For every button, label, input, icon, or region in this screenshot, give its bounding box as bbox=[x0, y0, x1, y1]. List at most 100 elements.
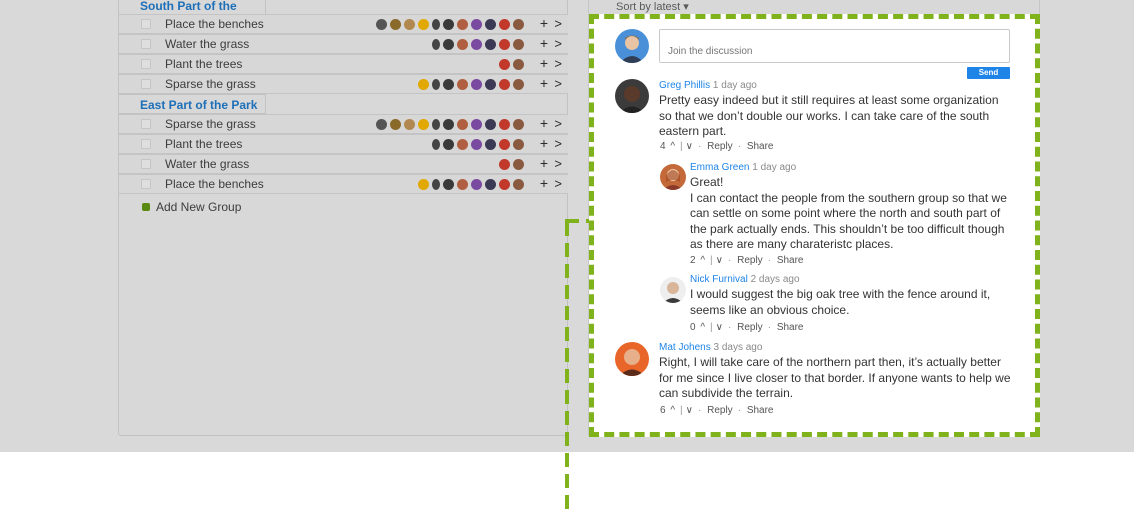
share-link[interactable]: Share bbox=[747, 405, 774, 416]
task-checkbox[interactable] bbox=[141, 39, 151, 49]
group-title-south[interactable]: South Part of the Park bbox=[119, 0, 266, 27]
upvote-icon[interactable]: ^ bbox=[670, 405, 675, 416]
upvote-icon[interactable]: ^ bbox=[700, 322, 705, 333]
current-user-avatar bbox=[615, 29, 649, 63]
comment-actions: 2 ^ | ∨ · Reply · Share bbox=[690, 255, 804, 266]
screen: South Part of the Park Place the benches… bbox=[0, 0, 1134, 512]
add-new-group-label: Add New Group bbox=[156, 200, 242, 214]
task-name: Place the benches bbox=[165, 177, 264, 191]
assignee-avatars bbox=[376, 18, 524, 30]
comment-time: 1 day ago bbox=[712, 80, 757, 91]
task-name: Sparse the grass bbox=[165, 117, 256, 131]
comment-author-name[interactable]: Mat Johens bbox=[659, 342, 711, 353]
add-icon[interactable]: + bbox=[540, 55, 548, 71]
chevron-right-icon[interactable]: > bbox=[554, 156, 562, 171]
assignee-avatars bbox=[418, 78, 524, 90]
task-row[interactable]: Water the grass + > bbox=[119, 34, 568, 54]
chevron-right-icon[interactable]: > bbox=[554, 116, 562, 131]
comment-time: 1 day ago bbox=[752, 162, 797, 173]
comment-time: 3 days ago bbox=[713, 342, 763, 353]
comment-actions: 4 ^ | ∨ · Reply · Share bbox=[660, 141, 774, 152]
assignee-avatars bbox=[418, 178, 524, 190]
task-checkbox[interactable] bbox=[141, 19, 151, 29]
comment-actions: 0 ^ | ∨ · Reply · Share bbox=[690, 322, 804, 333]
share-link[interactable]: Share bbox=[747, 141, 774, 152]
task-name: Water the grass bbox=[165, 157, 250, 171]
vote-count: 2 bbox=[690, 255, 696, 266]
assignee-avatars bbox=[499, 158, 524, 170]
task-name: Plant the trees bbox=[165, 57, 243, 71]
task-checkbox[interactable] bbox=[141, 59, 151, 69]
reply-link[interactable]: Reply bbox=[707, 405, 733, 416]
upvote-icon[interactable]: ^ bbox=[700, 255, 705, 266]
add-icon[interactable]: + bbox=[540, 75, 548, 91]
task-checkbox[interactable] bbox=[141, 119, 151, 129]
vote-count: 4 bbox=[660, 141, 666, 152]
task-name: Place the benches bbox=[165, 17, 264, 31]
assignee-avatars bbox=[376, 118, 524, 130]
comment-author-name[interactable]: Greg Phillis bbox=[659, 80, 710, 91]
downvote-icon[interactable]: ∨ bbox=[686, 405, 693, 416]
comment-author-name[interactable]: Emma Green bbox=[690, 162, 749, 173]
task-row[interactable]: Plant the trees + > bbox=[119, 54, 568, 74]
task-row[interactable]: Place the benches + > bbox=[119, 14, 568, 34]
downvote-icon[interactable]: ∨ bbox=[716, 322, 723, 333]
add-icon[interactable]: + bbox=[540, 35, 548, 51]
downvote-icon[interactable]: ∨ bbox=[686, 141, 693, 152]
discussion-panel: Send Greg Phillis 1 day ago Pretty easy … bbox=[589, 14, 1040, 437]
comment-text: Right, I will take care of the northern … bbox=[659, 355, 1011, 401]
share-link[interactable]: Share bbox=[777, 255, 804, 266]
upvote-icon[interactable]: ^ bbox=[670, 141, 675, 152]
send-button[interactable]: Send bbox=[967, 67, 1010, 79]
avatar bbox=[660, 277, 686, 303]
task-row[interactable]: Sparse the grass + > bbox=[119, 74, 568, 94]
reply-link[interactable]: Reply bbox=[737, 255, 763, 266]
add-icon[interactable]: + bbox=[540, 175, 548, 191]
add-icon[interactable]: + bbox=[540, 155, 548, 171]
task-checkbox[interactable] bbox=[141, 159, 151, 169]
comment-time: 2 days ago bbox=[750, 274, 800, 285]
task-checkbox[interactable] bbox=[141, 139, 151, 149]
avatar bbox=[660, 164, 686, 190]
comment-author[interactable]: Mat Johens 3 days ago bbox=[659, 342, 762, 353]
task-name: Plant the trees bbox=[165, 137, 243, 151]
share-link[interactable]: Share bbox=[777, 322, 804, 333]
comment-author[interactable]: Nick Furnival 2 days ago bbox=[690, 274, 800, 285]
comment-text: I would suggest the big oak tree with th… bbox=[690, 287, 991, 317]
comment-author-name[interactable]: Nick Furnival bbox=[690, 274, 748, 285]
assignee-avatars bbox=[499, 58, 524, 70]
join-discussion-input[interactable] bbox=[659, 29, 1010, 63]
reply-link[interactable]: Reply bbox=[707, 141, 733, 152]
task-row[interactable]: Water the grass + > bbox=[119, 154, 568, 174]
assignee-avatars bbox=[432, 138, 524, 150]
reply-link[interactable]: Reply bbox=[737, 322, 763, 333]
add-icon[interactable]: + bbox=[540, 115, 548, 131]
add-icon[interactable]: + bbox=[540, 135, 548, 151]
vote-count: 6 bbox=[660, 405, 666, 416]
chevron-right-icon[interactable]: > bbox=[554, 36, 562, 51]
avatar bbox=[615, 79, 649, 113]
group-title-east[interactable]: East Part of the Park bbox=[119, 94, 266, 114]
chevron-right-icon[interactable]: > bbox=[554, 76, 562, 91]
task-name: Sparse the grass bbox=[165, 77, 256, 91]
downvote-icon[interactable]: ∨ bbox=[716, 255, 723, 266]
add-new-group-button[interactable]: Add New Group bbox=[142, 200, 241, 214]
task-checkbox[interactable] bbox=[141, 179, 151, 189]
vote-count: 0 bbox=[690, 322, 696, 333]
task-checkbox[interactable] bbox=[141, 79, 151, 89]
task-row[interactable]: Place the benches + > bbox=[119, 174, 568, 194]
task-row[interactable]: Sparse the grass + > bbox=[119, 114, 568, 134]
task-row[interactable]: Plant the trees + > bbox=[119, 134, 568, 154]
comment-author[interactable]: Emma Green 1 day ago bbox=[690, 162, 796, 173]
add-icon[interactable]: + bbox=[540, 15, 548, 31]
comment-author[interactable]: Greg Phillis 1 day ago bbox=[659, 80, 757, 91]
chevron-right-icon[interactable]: > bbox=[554, 136, 562, 151]
task-name: Water the grass bbox=[165, 37, 250, 51]
comment-actions: 6 ^ | ∨ · Reply · Share bbox=[660, 405, 774, 416]
chevron-right-icon[interactable]: > bbox=[554, 16, 562, 31]
sort-dropdown[interactable]: Sort by latest ▾ bbox=[616, 0, 689, 13]
chevron-right-icon[interactable]: > bbox=[554, 176, 562, 191]
highlight-connector bbox=[565, 222, 569, 512]
chevron-right-icon[interactable]: > bbox=[554, 56, 562, 71]
assignee-avatars bbox=[432, 38, 524, 50]
